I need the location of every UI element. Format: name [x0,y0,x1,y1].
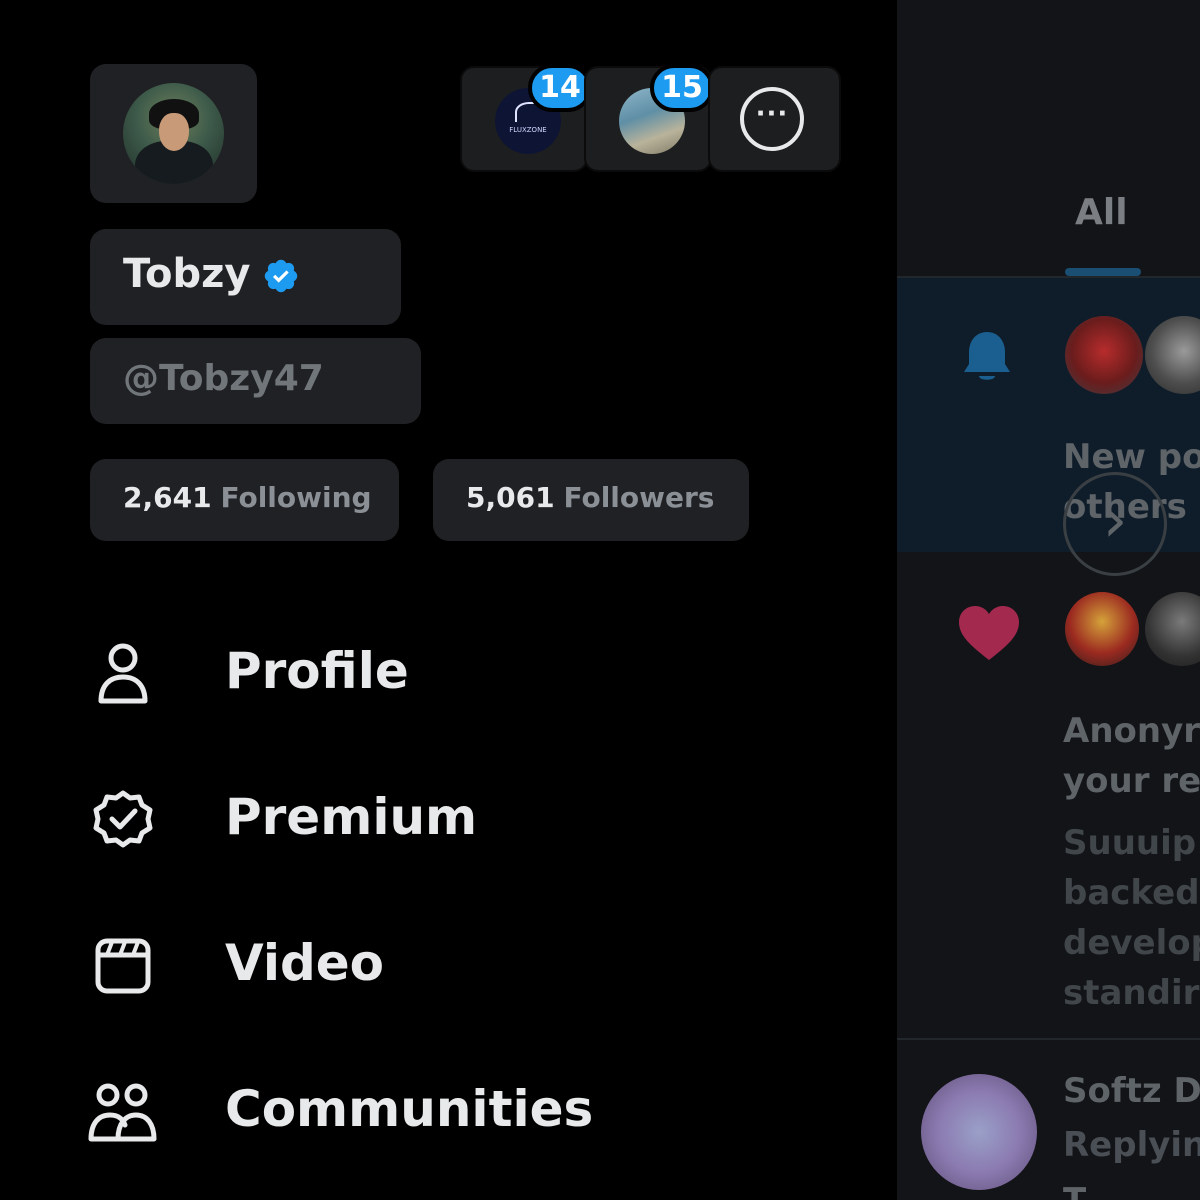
people-icon [88,1083,157,1142]
following-link[interactable]: 2,641 Following [90,459,399,541]
more-icon: ··· [740,87,804,151]
avatar [1065,592,1139,666]
username: @Tobzy47 [123,358,324,399]
reply-text: T [1063,1176,1200,1200]
notification-body: Suuuip backed develop standir [1063,823,1200,1013]
menu-item-profile[interactable]: Profile [88,628,788,718]
reply-context: Replyin [1063,1125,1200,1165]
notification-title: Anonyr your re [1063,711,1200,801]
notifications-feed-dimmed[interactable]: All New po others › Anonyr your re Suuui… [897,0,1200,1200]
profile-avatar-button[interactable] [90,64,257,203]
account-switch-second[interactable]: 15 [584,64,714,172]
heart-icon [959,606,1019,660]
menu-item-communities[interactable]: Communities [88,1066,788,1156]
person-icon [98,643,148,704]
avatar [1145,316,1200,394]
verified-badge-icon [264,259,298,293]
avatar [921,1074,1037,1190]
menu-item-video[interactable]: Video [88,920,788,1010]
account-avatar-text: FLUXZONE [509,126,547,134]
following-count: 2,641 [123,481,212,514]
avatar [123,83,224,184]
more-accounts-button[interactable]: ··· [708,66,841,172]
divider [897,1038,1200,1040]
video-clapper-icon [95,938,151,994]
verified-badge-icon [93,790,153,848]
menu-label-profile: Profile [225,642,409,700]
account-switch-fluxzone[interactable]: FLUXZONE 14 [460,64,592,172]
menu-item-premium[interactable]: Premium [88,774,788,864]
display-name-row[interactable]: Tobzy [90,229,401,325]
followers-count: 5,061 [466,481,555,514]
tab-all[interactable]: All [1075,192,1128,233]
menu-label-premium: Premium [225,788,478,846]
avatar [1145,592,1200,666]
account-switcher: FLUXZONE 14 15 ··· [460,64,841,172]
menu-label-video: Video [225,934,385,992]
followers-link[interactable]: 5,061 Followers [433,459,749,541]
notification-count-badge: 14 [528,64,592,112]
followers-label: Followers [563,481,715,514]
notification-count-badge: 15 [650,64,714,112]
display-name: Tobzy [123,251,251,297]
tab-active-indicator [1065,268,1141,276]
menu-label-communities: Communities [225,1080,594,1138]
avatar [1065,316,1143,394]
chevron-right-icon[interactable]: › [1063,472,1167,576]
following-label: Following [220,481,372,514]
username-row[interactable]: @Tobzy47 [90,338,421,424]
navigation-drawer: FLUXZONE 14 15 ··· Tobzy @Tobzy47 2,641 … [0,0,897,1200]
reply-author: Softz D [1063,1071,1200,1111]
bell-icon [964,332,1010,380]
